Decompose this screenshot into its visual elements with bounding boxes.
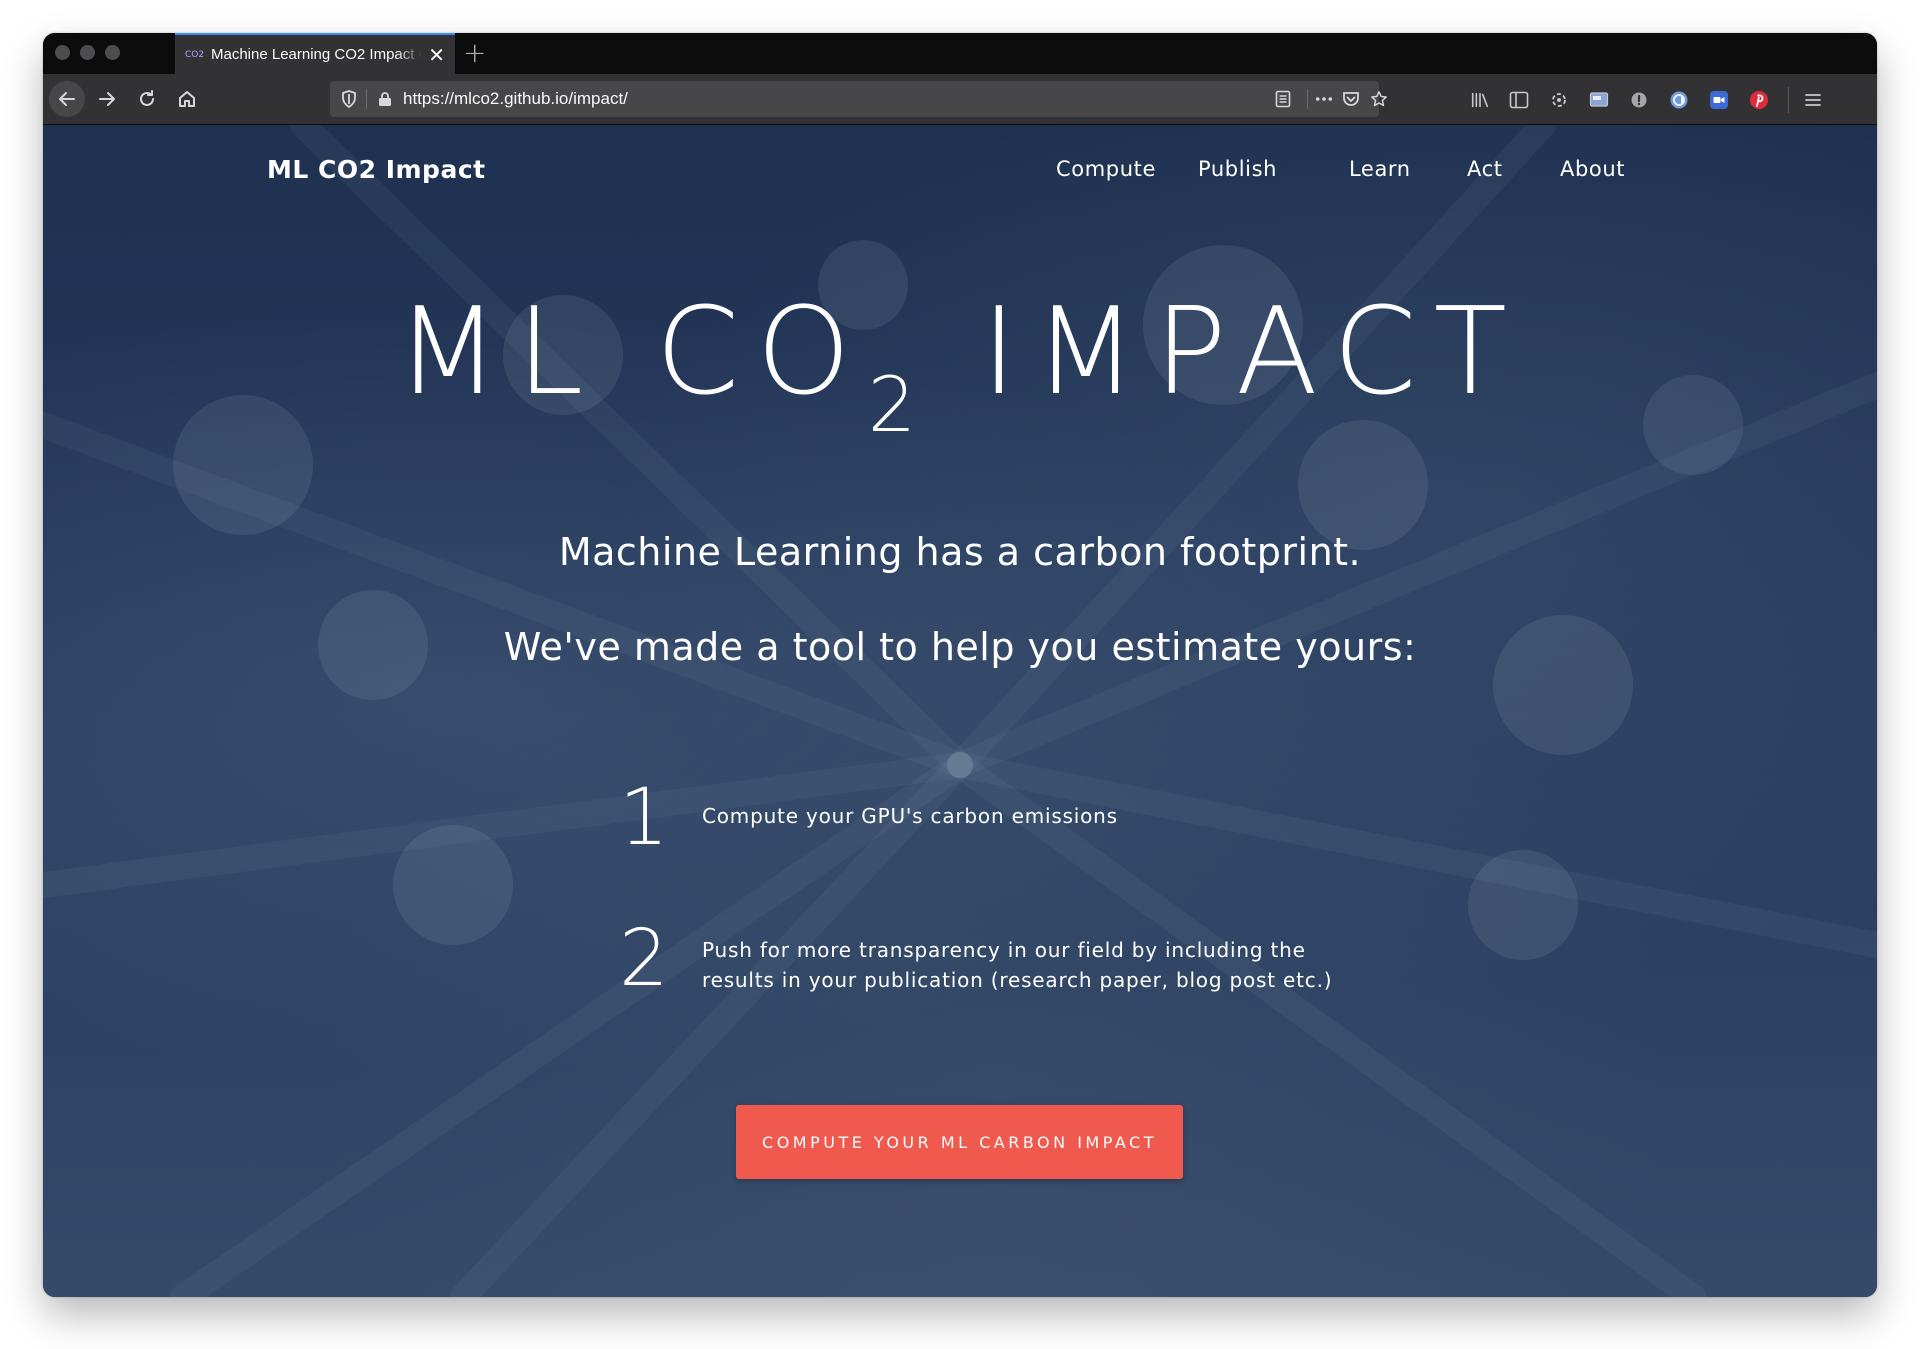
reader-view-icon[interactable] [1274, 90, 1292, 108]
page-content: ML CO2 Impact Compute Publish Learn Act … [43, 125, 1877, 1297]
window-zoom-button[interactable] [105, 45, 120, 60]
forward-button[interactable] [89, 81, 125, 117]
tab-title: Machine Learning CO2 Impact Calculator [211, 46, 422, 63]
account-icon[interactable] [1669, 90, 1689, 110]
step-number-1: 1 [619, 773, 669, 863]
browser-window: CO2 Machine Learning CO2 Impact Calculat… [43, 33, 1877, 1297]
step-text-1: Compute your GPU's carbon emissions [702, 804, 1118, 828]
lead-tool: We've made a tool to help you estimate y… [503, 625, 1417, 669]
lead-footprint: Machine Learning has a carbon footprint. [558, 530, 1362, 574]
nav-toolbar: https://mlco2.github.io/impact/ [43, 74, 1877, 125]
forward-icon [99, 92, 115, 106]
hero-title: ML CO2 IMPACT [43, 283, 1877, 449]
bookmark-star-icon[interactable] [1370, 90, 1388, 108]
extension-icon[interactable] [1549, 90, 1569, 110]
reload-button[interactable] [129, 81, 165, 117]
toolbar-divider [1788, 87, 1789, 113]
nav-link-compute[interactable]: Compute [1056, 157, 1156, 181]
nav-link-about[interactable]: About [1560, 157, 1625, 181]
back-button[interactable] [49, 81, 85, 117]
back-icon [59, 92, 75, 106]
shield-icon[interactable] [340, 90, 358, 108]
url-divider [366, 89, 367, 109]
library-icon[interactable] [1470, 90, 1490, 110]
video-icon[interactable] [1709, 90, 1729, 110]
url-divider-2 [1307, 89, 1308, 109]
menu-icon[interactable] [1803, 90, 1823, 110]
info-icon[interactable] [1629, 90, 1649, 110]
reload-icon [140, 90, 154, 106]
screenshot-icon[interactable] [1589, 90, 1609, 110]
lock-icon[interactable] [376, 90, 394, 108]
new-tab-button[interactable]: + [463, 36, 486, 70]
url-text[interactable]: https://mlco2.github.io/impact/ [403, 81, 628, 117]
more-icon[interactable] [1315, 90, 1333, 108]
sidebar-icon[interactable] [1509, 90, 1529, 110]
home-icon [179, 91, 195, 107]
step-number-2: 2 [619, 914, 669, 1004]
pinterest-icon[interactable] [1749, 90, 1769, 110]
hero-title-main: ML CO [396, 283, 868, 422]
hero-title-end: IMPACT [926, 283, 1524, 422]
tab-strip: CO2 Machine Learning CO2 Impact Calculat… [43, 33, 1877, 74]
nav-link-act[interactable]: Act [1467, 157, 1503, 181]
site-nav: Compute Publish Learn Act About [43, 157, 1877, 187]
hero-title-subscript: 2 [867, 360, 927, 449]
compute-impact-button[interactable]: COMPUTE YOUR ML CARBON IMPACT [736, 1105, 1183, 1179]
url-bar[interactable]: https://mlco2.github.io/impact/ [330, 81, 1387, 117]
tab-active[interactable]: CO2 Machine Learning CO2 Impact Calculat… [175, 33, 455, 74]
window-close-button[interactable] [55, 45, 70, 60]
step-text-2: Push for more transparency in our field … [702, 938, 1333, 992]
nav-link-publish[interactable]: Publish [1198, 157, 1277, 181]
nav-link-learn[interactable]: Learn [1349, 157, 1411, 181]
window-minimize-button[interactable] [80, 45, 95, 60]
favicon-icon: CO2 [185, 49, 205, 60]
tab-close-icon[interactable]: ✕ [428, 45, 445, 65]
home-button[interactable] [169, 81, 205, 117]
pocket-icon[interactable] [1342, 90, 1360, 108]
